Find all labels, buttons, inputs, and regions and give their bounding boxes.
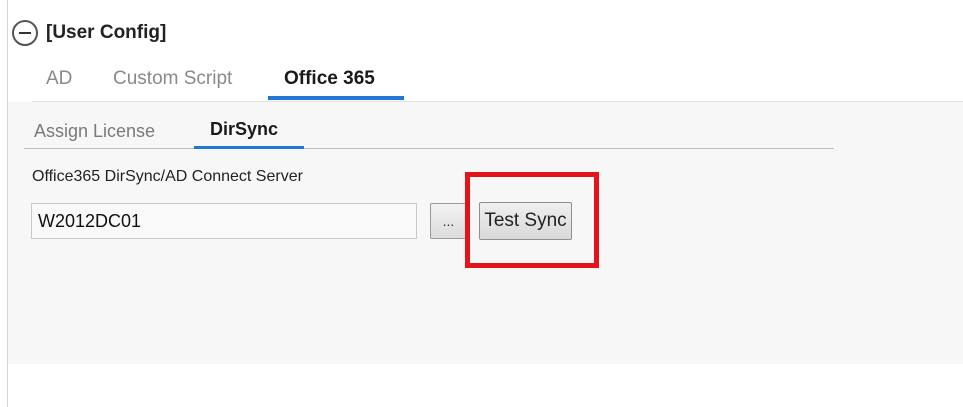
tab-ad[interactable]: AD [46, 68, 72, 90]
main-tab-bar: AD Custom Script Office 365 [32, 62, 963, 102]
section-title: [User Config] [46, 22, 167, 43]
dirsync-server-input[interactable] [31, 203, 417, 239]
browse-button[interactable]: ... [430, 203, 467, 239]
collapse-minus-icon[interactable] [12, 20, 38, 46]
section-header: [User Config] [12, 18, 166, 48]
active-subtab-indicator [194, 146, 304, 149]
test-sync-button[interactable]: Test Sync [479, 202, 572, 240]
tab-custom-script[interactable]: Custom Script [113, 68, 232, 90]
subtab-dirsync[interactable]: DirSync [210, 119, 278, 140]
server-field-label: Office365 DirSync/AD Connect Server [32, 168, 303, 185]
subtab-divider [24, 148, 834, 149]
subtab-assign-license[interactable]: Assign License [34, 121, 155, 142]
office365-panel: Assign License DirSync Office365 DirSync… [8, 102, 963, 364]
active-tab-indicator [268, 96, 404, 100]
user-config-window: [User Config] AD Custom Script Office 36… [0, 0, 963, 407]
tab-office-365[interactable]: Office 365 [284, 68, 375, 90]
